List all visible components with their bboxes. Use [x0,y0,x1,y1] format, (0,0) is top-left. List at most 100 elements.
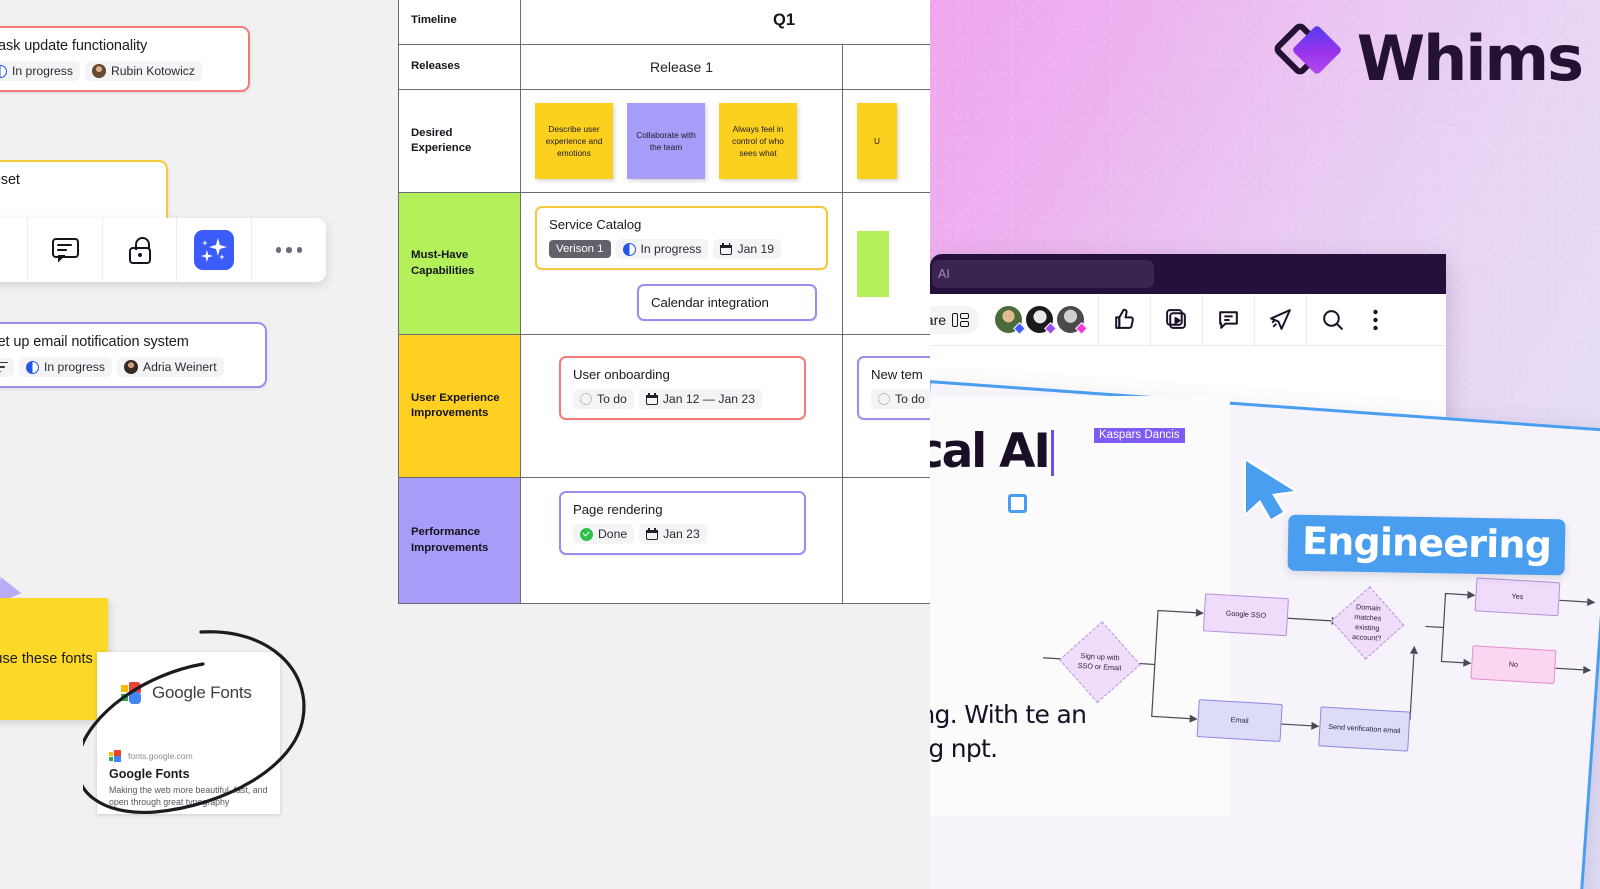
check-circle-icon [580,527,593,541]
task-description-chip[interactable] [0,357,14,377]
video-button[interactable] [1150,293,1202,346]
roadmap-card[interactable]: User onboarding To do Jan 12 — Jan 23 [559,356,806,420]
comment-button[interactable] [28,218,103,282]
table-row: Desired Experience Describe user experie… [398,89,930,193]
date-label: Jan 12 — Jan 23 [662,392,755,406]
google-fonts-link-card[interactable]: Google Fonts fonts.google.com Google Fon… [97,652,280,814]
avatar[interactable] [995,306,1026,335]
flow-node-send-verification[interactable]: Send verification email [1318,706,1411,752]
whims-logo-icon [1274,23,1341,75]
more-options-button[interactable] [252,218,326,282]
status-chip[interactable]: To do [573,389,634,409]
task-meta: In progress Rubin Kotowicz [0,61,236,81]
search-button[interactable] [1306,293,1358,346]
ux-cell-next[interactable]: New tem To do [842,334,930,478]
favicon-icon [109,750,121,762]
card-meta: To do [871,389,930,409]
frame-resize-handle[interactable] [1008,494,1027,513]
brand-name: Whims [1356,22,1584,95]
card-meta: To do Jan 12 — Jan 23 [573,389,793,409]
flowchart[interactable]: Sign up with SSO or Email Google SSO Ema… [1030,540,1600,889]
flow-node-no[interactable]: No [1470,645,1557,685]
desired-experience-cell-next[interactable]: U [842,89,930,193]
date-label: Jan 23 [663,527,700,541]
sticky-note[interactable]: Let's use these fonts [0,598,108,720]
roadmap-card[interactable]: Calendar integration [637,284,817,321]
task-card[interactable]: Set up email notification system In prog… [0,322,267,388]
status-chip[interactable]: Done [573,524,635,544]
reactions-button[interactable] [1098,293,1150,346]
google-fonts-logo-icon [121,682,143,704]
floating-toolbar[interactable] [0,218,326,282]
app-search-input[interactable]: AI [932,260,1154,288]
roadmap-card[interactable]: Page rendering Done Jan 23 [559,491,806,555]
status-chip[interactable]: In progress [0,61,80,81]
calendar-icon [645,392,658,405]
lines-icon [0,361,8,373]
must-have-cell-next[interactable] [842,192,930,335]
frame-title-label[interactable]: Engineering [1287,514,1566,576]
brand-lockup: Whims [1269,18,1584,100]
sparkle-icon [193,230,234,270]
status-chip[interactable]: In progress [19,357,112,377]
calendar-icon [646,527,659,540]
roadmap-table[interactable]: Timeline Q1 Releases Release 1 Desired E… [398,0,930,604]
avatar-icon [123,360,138,374]
performance-cell[interactable]: Page rendering Done Jan 23 [520,477,843,604]
status-label: In progress [44,360,105,374]
sticky-note[interactable]: U [857,103,897,179]
headline-text: ical AI [930,424,1051,479]
comment-icon [1219,311,1238,329]
desired-experience-cell[interactable]: Describe user experience and emotions Co… [520,89,843,193]
assignee-label: Adria Weinert [142,360,217,374]
date-chip[interactable]: Jan 19 [713,239,782,259]
date-label: Jan 19 [737,242,775,256]
half-circle-icon [26,360,39,374]
assignee-chip[interactable]: Adria Weinert [116,357,224,377]
left-canvas-panel: velop task update functionality In progr… [0,0,392,889]
calendar-icon [720,242,733,255]
app-toolbar: hare [930,293,1446,346]
flow-node-email[interactable]: Email [1196,699,1283,743]
must-have-cell[interactable]: Service Catalog Verison 1 In progress Ja… [520,192,843,335]
ellipsis-icon [275,247,303,253]
date-chip[interactable]: Jan 12 — Jan 23 [638,389,762,409]
link-title: Google Fonts [109,767,190,781]
card-title: Page rendering [573,502,663,517]
performance-cell-next[interactable] [842,477,930,604]
thumbs-up-icon [1115,308,1134,329]
comment-button[interactable] [1202,293,1254,346]
avatar[interactable] [1026,306,1057,335]
link-source: fonts.google.com [109,750,268,762]
sticky-note[interactable]: Always feel in control of who sees what [719,103,797,179]
roadmap-card[interactable]: New tem To do [857,356,930,420]
row-label-user-experience: User Experience Improvements [398,334,521,478]
right-promo-panel: Whims AI hare [930,0,1600,889]
presence-avatars[interactable] [995,306,1088,335]
card-title: User onboarding [573,367,670,382]
task-title: velop task update functionality [0,38,148,54]
half-circle-icon [0,64,7,78]
status-chip[interactable]: To do [871,389,930,409]
sticky-note[interactable]: Describe user experience and emotions [535,103,613,179]
sticky-note[interactable] [857,230,889,297]
version-badge[interactable]: Verison 1 [549,240,611,258]
status-chip[interactable]: In progress [615,239,709,259]
assignee-chip[interactable]: Rubin Kotowicz [84,61,202,81]
roadmap-card[interactable]: Service Catalog Verison 1 In progress Ja… [535,206,828,270]
avatar[interactable] [1057,306,1088,335]
date-chip[interactable]: Jan 23 [639,524,707,544]
ux-cell[interactable]: User onboarding To do Jan 12 — Jan 23 [520,334,843,478]
send-button[interactable] [1254,293,1306,346]
toolbar-button-format[interactable] [0,218,29,282]
more-options-button[interactable] [1358,294,1392,346]
table-row: Must-Have Capabilities Service Catalog V… [398,192,930,335]
flow-node-google-sso[interactable]: Google SSO [1202,593,1289,637]
lock-button[interactable] [103,218,178,282]
sticky-note[interactable]: Collaborate with the team [627,103,705,179]
share-button[interactable]: hare [930,305,980,334]
ai-assist-button[interactable] [177,218,252,282]
flow-node-yes[interactable]: Yes [1474,577,1561,617]
board-icon [952,312,970,327]
task-card[interactable]: velop task update functionality In progr… [0,26,250,92]
